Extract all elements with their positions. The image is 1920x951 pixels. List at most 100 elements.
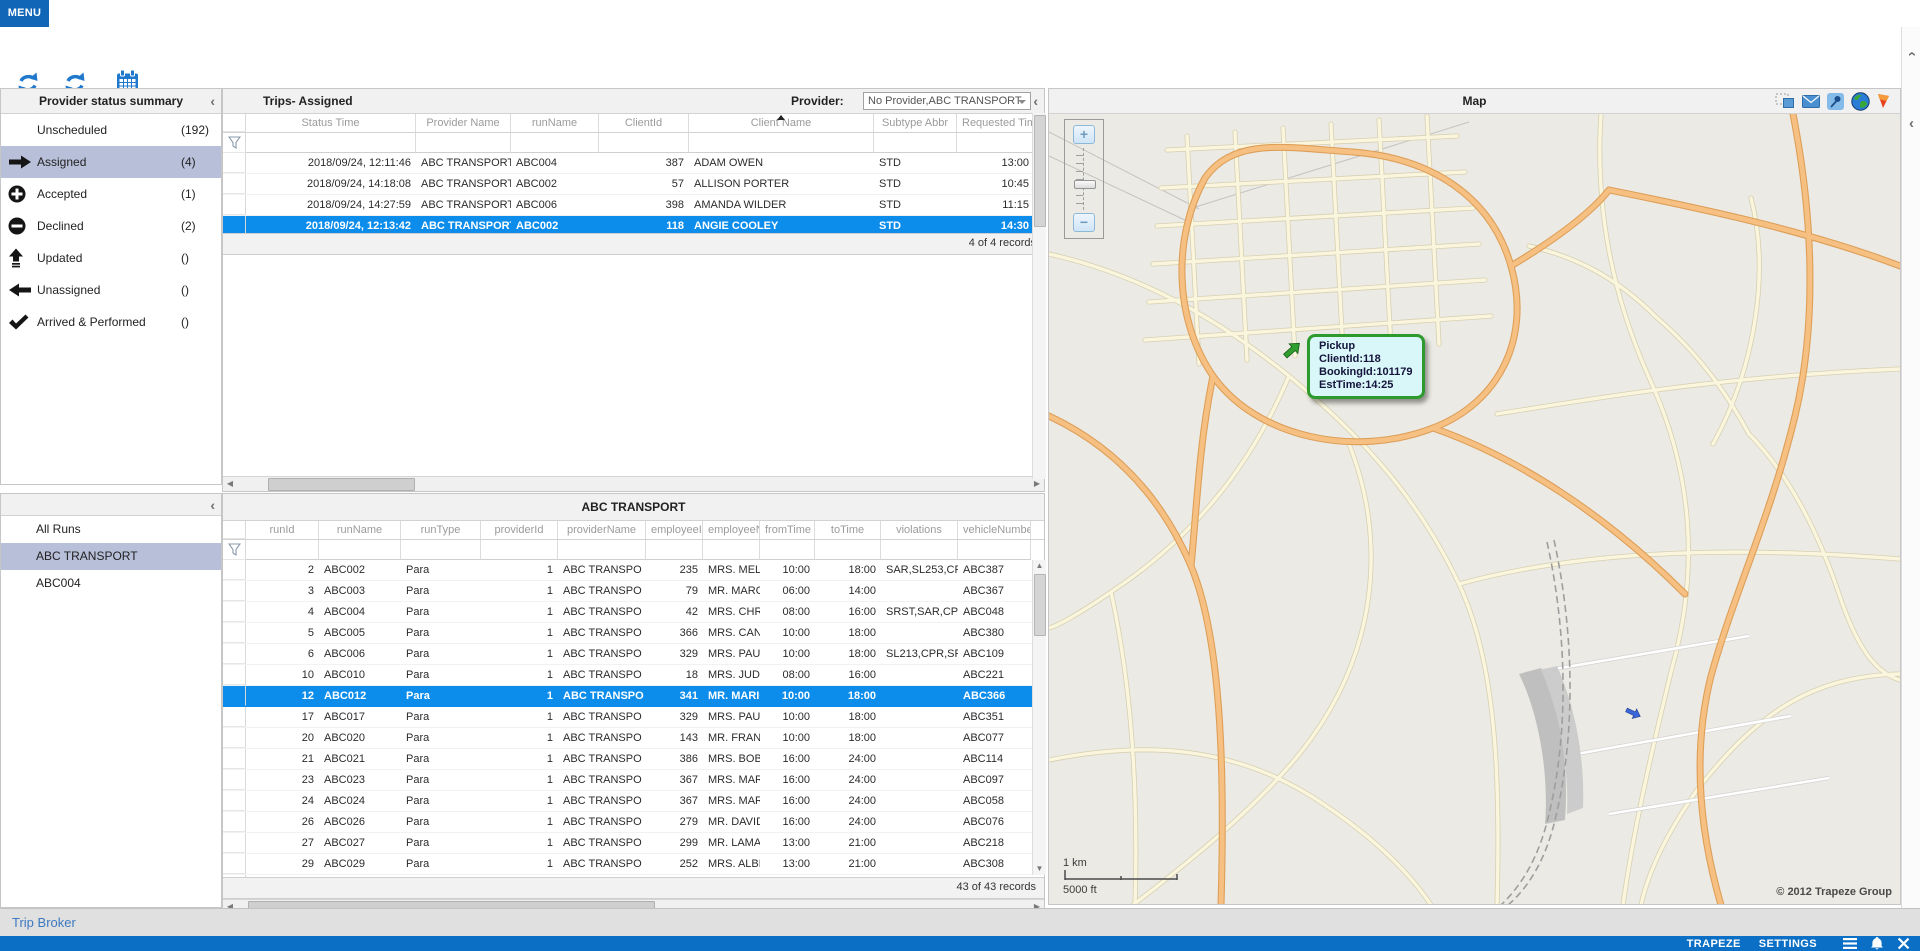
table-row[interactable]: 27ABC027Para1ABC TRANSPO299MR. LAMAR PA1… [223,833,1044,854]
filter-cell[interactable] [558,540,646,560]
runs-list-item-abc-transport[interactable]: ABC TRANSPORT [1,543,221,570]
column-header-provider-name[interactable]: Provider Name [416,114,511,132]
column-header-status-time[interactable]: Status Time [246,114,416,132]
row-gutter-cell[interactable] [223,854,246,874]
table-row[interactable]: 24ABC024Para1ABC TRANSPO367MRS. MARJORI1… [223,791,1044,812]
column-header-violations[interactable]: violations [881,521,958,539]
funnel-icon[interactable] [223,133,246,153]
filter-cell[interactable] [760,540,815,560]
table-row[interactable]: 10ABC010Para1ABC TRANSPO18MRS. JUDITH F0… [223,665,1044,686]
row-gutter-cell[interactable] [223,560,246,580]
map-canvas[interactable]: + − Pickup ClientId:118 BookingId:101179… [1049,114,1900,904]
scroll-down-icon[interactable]: ▼ [1033,863,1046,875]
status-item-unscheduled[interactable]: Unscheduled(192) [1,114,221,146]
filter-cell[interactable] [511,133,599,153]
status-item-updated[interactable]: Updated() [1,242,221,274]
row-gutter-cell[interactable] [223,686,246,706]
marker-filter-icon[interactable] [1877,93,1890,109]
zoom-out-button[interactable]: − [1073,213,1095,232]
table-row[interactable]: 2ABC002Para1ABC TRANSPO235MRS. MELODY10:… [223,560,1044,581]
table-row[interactable]: 2018/09/24, 14:18:08ABC TRANSPORTABC0025… [223,174,1044,195]
app-name-link[interactable]: Trip Broker [12,909,76,936]
row-gutter-cell[interactable] [223,728,246,748]
table-row[interactable]: 4ABC004Para1ABC TRANSPO42MRS. CHRISTI08:… [223,602,1044,623]
row-gutter-cell[interactable] [223,174,246,194]
collapse-icon[interactable]: ‹ [210,499,215,511]
status-item-declined[interactable]: Declined(2) [1,210,221,242]
filter-cell[interactable] [958,540,1031,560]
table-row[interactable]: 2018/09/24, 12:13:42ABC TRANSPORTABC0021… [223,216,1044,233]
filter-cell[interactable] [957,133,1034,153]
table-row[interactable]: 26ABC026Para1ABC TRANSPO279MR. DAVID MC1… [223,812,1044,833]
column-header-totime[interactable]: toTime [815,521,881,539]
column-header-vehiclenumbe[interactable]: vehicleNumbe [958,521,1031,539]
column-header-runname[interactable]: runName [319,521,401,539]
table-row[interactable]: 2018/09/24, 12:11:46ABC TRANSPORTABC0043… [223,153,1044,174]
row-gutter-cell[interactable] [223,623,246,643]
tools-icon[interactable] [1897,937,1910,950]
runs-list-item-all-runs[interactable]: All Runs [1,516,221,543]
column-header-providername[interactable]: providerName [558,521,646,539]
filter-cell[interactable] [416,133,511,153]
column-header-employeenam[interactable]: employeeNam [703,521,760,539]
column-header-employeeid[interactable]: employeeId [646,521,703,539]
trips-horizontal-scrollbar[interactable]: ◀ ▶ [223,476,1044,491]
row-gutter-cell[interactable] [223,833,246,853]
column-header-providerid[interactable]: providerId [481,521,558,539]
scroll-thumb[interactable] [268,478,415,491]
pin-icon[interactable] [1827,93,1844,110]
filter-cell[interactable] [646,540,703,560]
table-row[interactable]: 21ABC021Para1ABC TRANSPO386MRS. BOBBIE16… [223,749,1044,770]
row-gutter-cell[interactable] [223,644,246,664]
column-header-runname[interactable]: runName [511,114,599,132]
funnel-icon[interactable] [223,540,246,560]
filter-cell[interactable] [246,540,319,560]
filter-cell[interactable] [689,133,874,153]
column-header-clientid[interactable]: ClientId [599,114,689,132]
row-gutter-cell[interactable] [223,749,246,769]
settings-link[interactable]: SETTINGS [1759,938,1817,950]
row-gutter-cell[interactable] [223,665,246,685]
row-gutter-cell[interactable] [223,153,246,173]
column-header-runid[interactable]: runId [246,521,319,539]
column-header-fromtime[interactable]: fromTime [760,521,815,539]
row-gutter-cell[interactable] [223,602,246,622]
table-row[interactable]: 3ABC003Para1ABC TRANSPO79MR. MARCO HI06:… [223,581,1044,602]
row-gutter-cell[interactable] [223,812,246,832]
filter-cell[interactable] [599,133,689,153]
table-row[interactable]: 20ABC020Para1ABC TRANSPO143MR. FRANCISC1… [223,728,1044,749]
table-row[interactable]: 5ABC005Para1ABC TRANSPO366MRS. CANDAC10:… [223,623,1044,644]
collapse-icon[interactable]: ‹ [210,95,215,107]
runs-vertical-scrollbar[interactable]: ▲ ▼ [1032,560,1046,875]
filter-cell[interactable] [815,540,881,560]
row-gutter-cell[interactable] [223,216,246,233]
filter-cell[interactable] [401,540,481,560]
globe-icon[interactable] [1851,92,1870,111]
status-item-accepted[interactable]: Accepted(1) [1,178,221,210]
filter-cell[interactable] [246,133,416,153]
zoom-slider-handle[interactable] [1074,180,1096,189]
filter-cell[interactable] [881,540,958,560]
send-map-icon[interactable] [1802,95,1820,108]
scroll-thumb[interactable] [1034,115,1046,227]
row-gutter-cell[interactable] [223,791,246,811]
provider-dropdown[interactable]: No Provider,ABC TRANSPORT [863,92,1031,110]
table-row[interactable]: 17ABC017Para1ABC TRANSPO329MRS. PAULETT1… [223,707,1044,728]
filter-cell[interactable] [874,133,957,153]
row-gutter-cell[interactable] [223,770,246,790]
column-header-runtype[interactable]: runType [401,521,481,539]
scroll-left-icon[interactable]: ◀ [223,477,237,490]
row-gutter-cell[interactable] [223,195,246,215]
menu-tab[interactable]: MENU [0,0,49,27]
row-gutter-cell[interactable] [223,581,246,601]
column-header-client-name[interactable]: Client Name [689,114,874,132]
collapse-icon[interactable]: ‹ [1033,95,1038,107]
status-item-unassigned[interactable]: Unassigned() [1,274,221,306]
runs-list-item-abc004[interactable]: ABC004 [1,570,221,597]
scroll-up-icon[interactable]: ▲ [1033,560,1046,572]
table-row[interactable]: 29ABC029Para1ABC TRANSPO252MRS. ALBERTA1… [223,854,1044,875]
filter-cell[interactable] [481,540,558,560]
table-row[interactable]: 12ABC012Para1ABC TRANSPO341MR. MARIO JU1… [223,686,1044,707]
table-row[interactable]: 23ABC023Para1ABC TRANSPO367MRS. MARJORI1… [223,770,1044,791]
filter-cell[interactable] [319,540,401,560]
